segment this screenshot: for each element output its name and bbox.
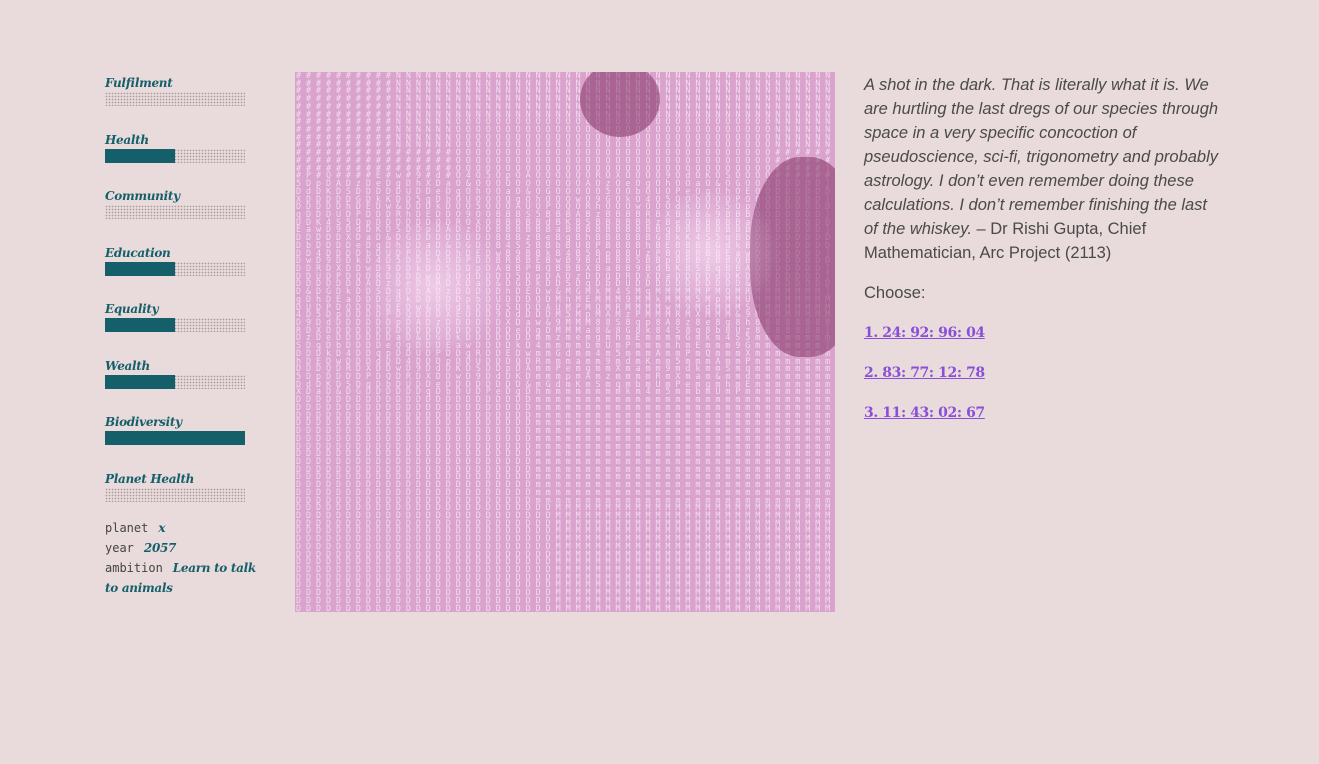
stat-label: Fulfilment bbox=[105, 76, 173, 90]
stat-health: Health bbox=[105, 132, 265, 188]
stat-equality: Equality bbox=[105, 301, 265, 357]
stat-wealth: Wealth bbox=[105, 358, 265, 414]
stat-bar bbox=[105, 431, 245, 445]
planet-key: planet bbox=[105, 521, 149, 535]
stat-education: Education bbox=[105, 245, 265, 301]
year-key: year bbox=[105, 541, 134, 555]
planet-value: x bbox=[158, 521, 166, 535]
choice-link-1[interactable]: 1. 24: 92: 96: 04 bbox=[864, 321, 1219, 345]
stat-bar-fill bbox=[105, 261, 175, 276]
stat-community: Community bbox=[105, 188, 265, 244]
run-info: planet x year 2057 ambition Learn to talk t… bbox=[105, 518, 270, 598]
quote: A shot in the dark. That is literally wh… bbox=[864, 73, 1219, 265]
stat-biodiversity: Biodiversity bbox=[105, 414, 265, 470]
choice-link-3[interactable]: 3. 11: 43: 02: 67 bbox=[864, 401, 1219, 425]
stat-bar bbox=[105, 261, 245, 276]
stats-panel: Fulfilment Health Community Education Eq… bbox=[105, 74, 265, 526]
stat-label: Planet Health bbox=[105, 471, 195, 486]
stat-bar bbox=[105, 205, 245, 219]
planet-row: planet x bbox=[105, 518, 270, 538]
stat-bar bbox=[105, 148, 245, 163]
year-value: 2057 bbox=[143, 541, 177, 555]
story-panel: A shot in the dark. That is literally wh… bbox=[864, 73, 1219, 425]
stat-bar-fill bbox=[105, 431, 245, 445]
ambition-row: ambition Learn to talk to animals bbox=[105, 558, 270, 598]
stat-bar-fill bbox=[105, 374, 175, 389]
stat-bar-fill bbox=[105, 148, 175, 163]
choose-label: Choose: bbox=[864, 284, 926, 302]
year-row: year 2057 bbox=[105, 538, 270, 558]
stat-fulfilment: Fulfilment bbox=[105, 75, 265, 131]
ascii-planet-art: # # # # # # # # # # N N N N N N N N N N … bbox=[295, 72, 835, 612]
ascii-glyph-field: # # # # # # # # # # N N N N N N N N N N … bbox=[296, 72, 831, 612]
stat-bar bbox=[105, 318, 245, 332]
stat-label: Equality bbox=[105, 302, 159, 316]
stat-label: Health bbox=[105, 132, 149, 147]
stat-label: Education bbox=[105, 245, 171, 260]
stat-label: Wealth bbox=[105, 358, 150, 373]
stat-label: Community bbox=[105, 189, 180, 203]
stat-bar bbox=[105, 487, 245, 502]
stat-bar bbox=[105, 374, 245, 389]
ambition-key: ambition bbox=[105, 561, 163, 575]
choice-link-2[interactable]: 2. 83: 77: 12: 78 bbox=[864, 361, 1219, 385]
stat-label: Biodiversity bbox=[105, 415, 182, 429]
stat-bar-fill bbox=[105, 318, 175, 332]
quote-text: A shot in the dark. That is literally wh… bbox=[864, 76, 1219, 238]
stat-bar bbox=[105, 92, 245, 106]
